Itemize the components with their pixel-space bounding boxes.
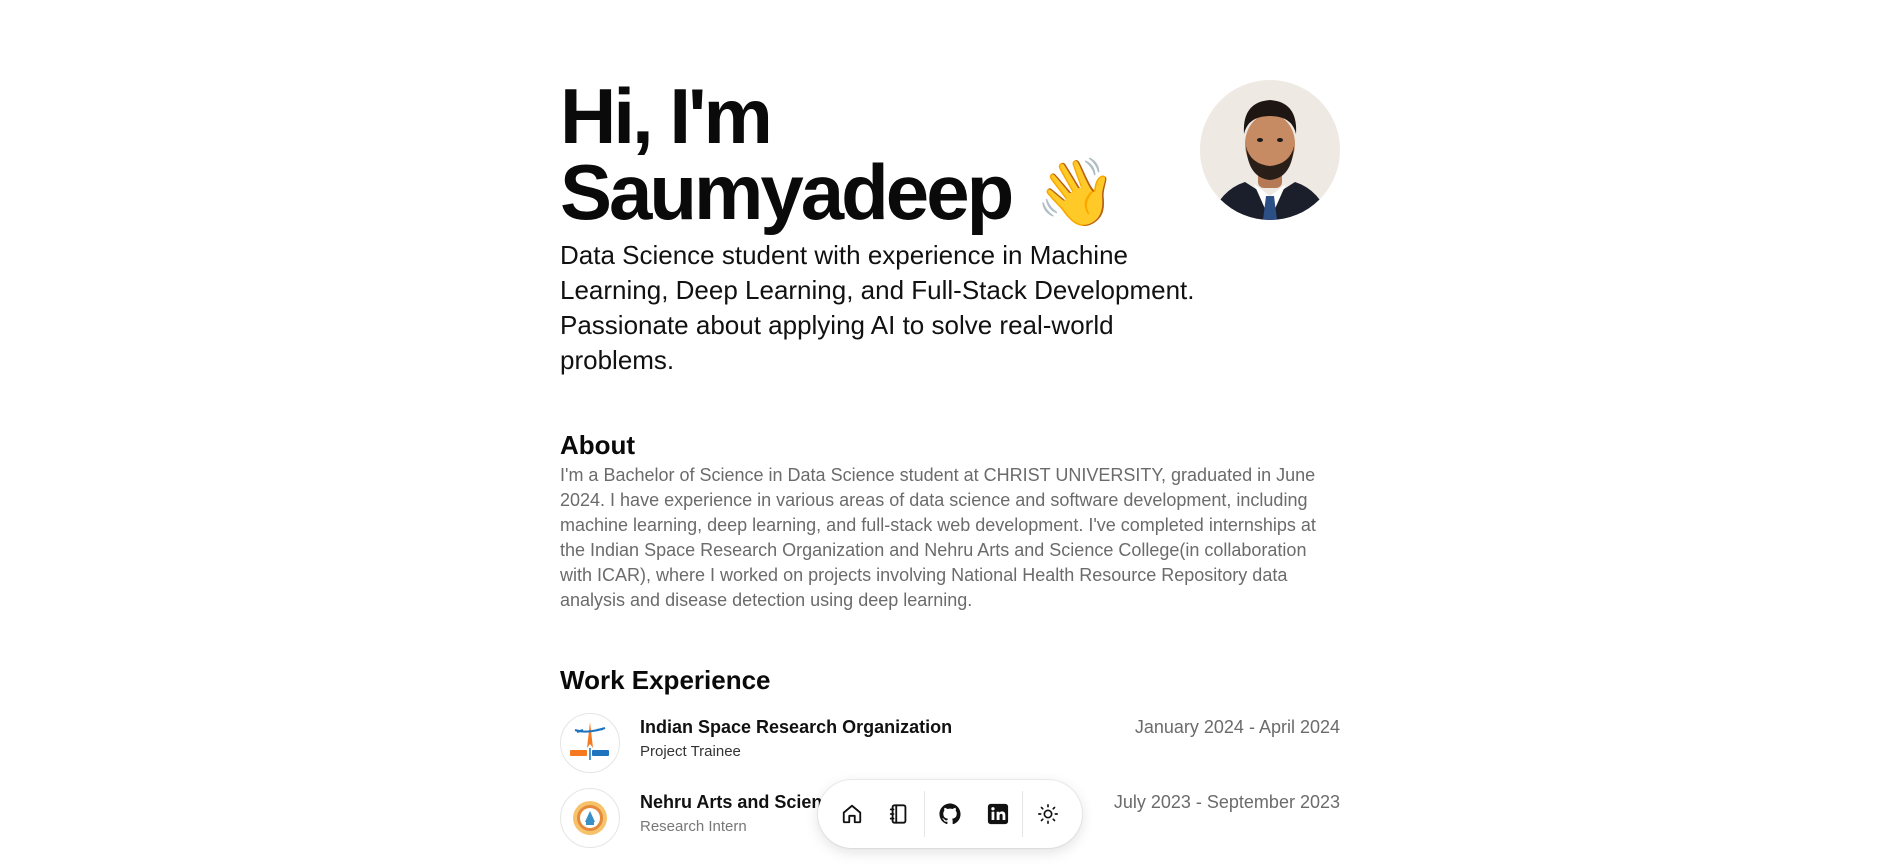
work-item-isro[interactable]: Indian Space Research Organization Proje… xyxy=(560,713,1340,773)
avatar-portrait xyxy=(1200,80,1340,220)
work-dates: July 2023 - September 2023 xyxy=(1113,792,1340,812)
hero-title: Hi, I'm Saumyadeep 👋 xyxy=(560,72,1118,231)
work-experience-heading: Work Experience xyxy=(560,665,771,695)
sun-icon xyxy=(1038,804,1059,824)
home-icon xyxy=(842,804,861,824)
github-button[interactable] xyxy=(926,790,974,838)
theme-toggle-button[interactable] xyxy=(1024,790,1072,838)
dock-separator xyxy=(1022,791,1024,837)
nehru-college-logo-icon xyxy=(560,788,620,848)
linkedin-icon xyxy=(987,803,1008,825)
notebook-button[interactable] xyxy=(876,790,924,838)
about-text: I'm a Bachelor of Science in Data Scienc… xyxy=(560,465,1316,610)
hero-title-line-1: Hi, I'm xyxy=(560,72,773,160)
waving-hand-icon: 👋 xyxy=(1035,155,1118,229)
github-icon xyxy=(939,803,961,825)
work-dates: January 2024 - April 2024 xyxy=(1134,717,1340,737)
dock-separator xyxy=(924,791,926,837)
linkedin-button[interactable] xyxy=(974,790,1022,838)
floating-dock xyxy=(818,780,1082,848)
portfolio-page: Hi, I'm Saumyadeep 👋 Data Science student… xyxy=(0,0,1888,865)
hero-section: Hi, I'm Saumyadeep 👋 Data Science student… xyxy=(560,0,1340,400)
hero-name: Saumyadeep xyxy=(560,148,1014,236)
main-content: Hi, I'm Saumyadeep 👋 Data Science student… xyxy=(560,0,1340,848)
hero-title-line-2: Saumyadeep 👋 xyxy=(560,153,1118,231)
isro-logo-icon xyxy=(560,713,620,773)
work-role: Project Trainee xyxy=(640,743,741,760)
hero-tagline: Data Science student with experience in … xyxy=(560,240,1195,375)
about-heading: About xyxy=(560,430,636,460)
home-button[interactable] xyxy=(828,790,876,838)
work-company: Indian Space Research Organization xyxy=(640,717,953,737)
work-role: Research Intern xyxy=(640,818,747,835)
avatar xyxy=(1200,80,1340,220)
notebook-icon xyxy=(890,804,907,824)
